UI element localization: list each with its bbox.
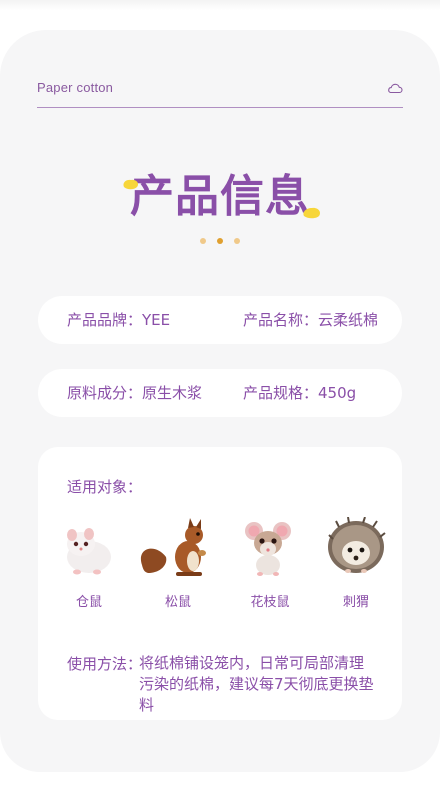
- fancy-rat-icon: [245, 522, 291, 576]
- animal-item-squirrel: 松鼠: [138, 517, 218, 617]
- spec-field: 产品规格：450g: [243, 369, 356, 417]
- squirrel-icon: [140, 518, 206, 576]
- cloud-icon: [388, 83, 403, 94]
- usage-label: 使用方法：: [67, 655, 143, 673]
- material-field: 原料成分：原生木浆: [67, 369, 202, 417]
- yellow-blob-left-icon: [123, 179, 139, 190]
- spec-label: 产品规格：: [243, 384, 319, 402]
- product-name-field: 产品名称：云柔纸棉: [243, 296, 378, 344]
- pager-dots: [197, 238, 247, 246]
- info-row-brand-name: 产品品牌：YEE 产品名称：云柔纸棉: [38, 296, 402, 344]
- product-name-value: 云柔纸棉: [318, 311, 379, 329]
- section-title-text: 产品信息: [130, 171, 310, 222]
- hedgehog-icon: [328, 517, 386, 573]
- hamster-icon: [67, 528, 111, 575]
- animal-item-fancy-rat: 花枝鼠: [230, 517, 310, 617]
- target-animals-card: 适用对象： 仓鼠 松鼠 花枝鼠 刺猬 使用方法： 将纸棉铺设笼内，日常可局部清理…: [38, 447, 402, 720]
- section-title: 产品信息: [123, 168, 321, 226]
- top-strip: [0, 0, 440, 10]
- section-title-wrap: 产品信息: [0, 168, 440, 230]
- header-divider: [37, 107, 403, 108]
- product-name-label: 产品名称：: [243, 311, 319, 329]
- spec-value: 450g: [318, 384, 357, 402]
- animal-name-hedgehog: 刺猬: [342, 595, 369, 610]
- yellow-blob-right-icon: [303, 207, 321, 219]
- brand-header: Paper cotton: [37, 80, 403, 108]
- info-row-material-spec: 原料成分：原生木浆 产品规格：450g: [38, 369, 402, 417]
- animal-name-hamster: 仓鼠: [75, 595, 102, 610]
- target-label: 适用对象：: [67, 478, 143, 496]
- pager-dot: [200, 238, 206, 244]
- pager-dot: [234, 238, 240, 244]
- material-label: 原料成分：: [67, 384, 143, 402]
- product-info-page: Paper cotton 产品信息 产品品牌：YEE 产品名称：云柔纸棉 原料成…: [0, 0, 440, 800]
- pager-dot-active: [217, 238, 223, 244]
- animal-item-hedgehog: 刺猬: [316, 517, 396, 617]
- brand-field: 产品品牌：YEE: [67, 296, 170, 344]
- usage-text: 将纸棉铺设笼内，日常可局部清理污染的纸棉，建议每7天彻底更换垫料: [139, 654, 374, 714]
- brand-value: YEE: [142, 311, 171, 329]
- animal-item-hamster: 仓鼠: [49, 517, 129, 617]
- animal-name-fancy-rat: 花枝鼠: [250, 595, 290, 610]
- brand-label: 产品品牌：: [67, 311, 143, 329]
- material-value: 原生木浆: [142, 384, 203, 402]
- brand-text: Paper cotton: [37, 80, 114, 95]
- animal-name-squirrel: 松鼠: [164, 595, 191, 610]
